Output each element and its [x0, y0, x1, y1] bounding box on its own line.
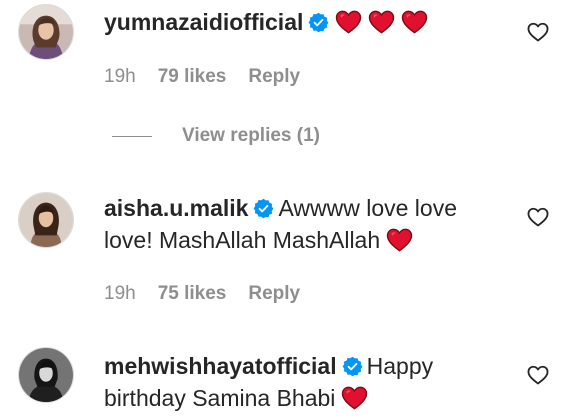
verified-badge-icon: [308, 12, 329, 33]
like-button[interactable]: [527, 207, 549, 227]
comment-time: 19h: [104, 283, 136, 304]
comment-item: mehwishhayatofficial Happy birthday Samin…: [0, 340, 565, 418]
avatar[interactable]: [18, 192, 74, 248]
red-heart-icon: [401, 10, 428, 34]
comment-item: yumnazaidiofficial 19h 79 likes Reply: [0, 0, 565, 100]
comment-username[interactable]: aisha.u.malik: [104, 195, 248, 221]
heart-outline-icon: [527, 365, 549, 385]
heart-outline-icon: [527, 207, 549, 227]
red-heart-icon: [335, 10, 362, 34]
like-button[interactable]: [527, 365, 549, 385]
comment-time: 19h: [104, 66, 136, 87]
comment-item: aisha.u.malik Awwww love love love! MashA…: [0, 180, 565, 310]
heart-outline-icon: [527, 22, 549, 42]
view-replies-label: View replies (1): [182, 125, 320, 146]
profile-photo: [19, 348, 73, 402]
comment-username[interactable]: yumnazaidiofficial: [104, 9, 303, 35]
avatar[interactable]: [18, 4, 74, 60]
red-heart-icon: [386, 228, 413, 252]
divider-line: [112, 136, 152, 137]
comment-likes[interactable]: 75 likes: [158, 283, 227, 305]
comment-meta: 19h 75 likes Reply: [104, 283, 322, 305]
verified-badge-icon: [342, 356, 363, 377]
verified-badge-icon: [253, 198, 274, 219]
comment-text: aisha.u.malik Awwww love love love! MashA…: [104, 192, 504, 256]
reply-button[interactable]: Reply: [248, 66, 300, 88]
comment-meta: 19h 79 likes Reply: [104, 66, 322, 88]
comment-username[interactable]: mehwishhayatofficial: [104, 353, 337, 379]
reply-button[interactable]: Reply: [248, 283, 300, 305]
red-heart-icon: [341, 386, 368, 410]
profile-photo: [19, 193, 73, 247]
comment-text: mehwishhayatofficial Happy birthday Samin…: [104, 350, 504, 414]
like-button[interactable]: [527, 22, 549, 42]
comment-likes[interactable]: 79 likes: [158, 66, 227, 88]
profile-photo: [19, 5, 73, 59]
comment-text: yumnazaidiofficial: [104, 6, 504, 38]
avatar[interactable]: [18, 347, 74, 403]
red-heart-icon: [368, 10, 395, 34]
